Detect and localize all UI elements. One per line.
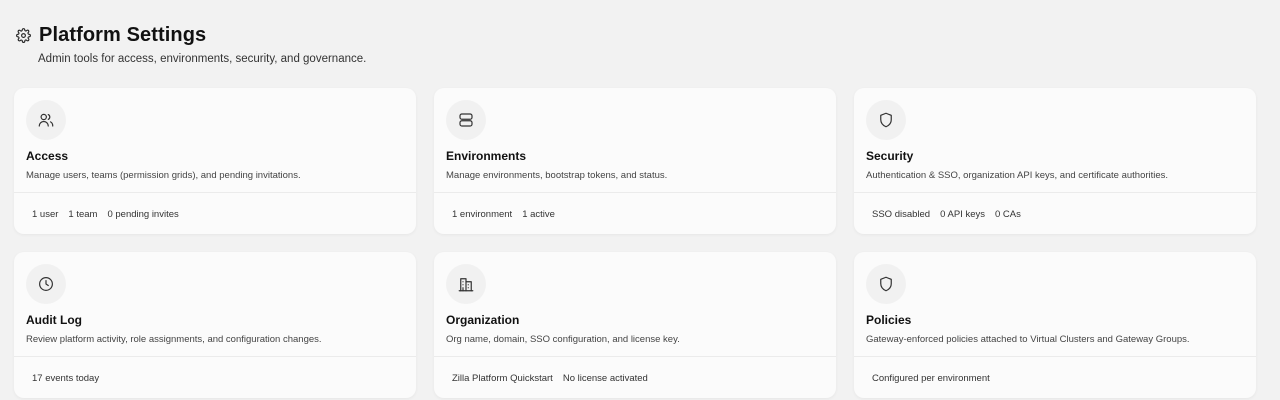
page-title: Platform Settings — [39, 24, 207, 46]
stat-sso: SSO disabled — [872, 209, 931, 220]
card-title: Environments — [446, 149, 527, 163]
settings-grid: Access Manage users, teams (permission g… — [14, 88, 1256, 398]
users-icon — [26, 100, 66, 140]
building-icon — [446, 264, 486, 304]
card-access[interactable]: Access Manage users, teams (permission g… — [14, 88, 416, 234]
card-description: Org name, domain, SSO configuration, and… — [446, 334, 680, 345]
shield-icon — [866, 264, 906, 304]
shield-icon — [866, 100, 906, 140]
clock-icon — [26, 264, 66, 304]
card-divider — [854, 192, 1256, 193]
stat-events-today: 17 events today — [32, 373, 100, 384]
page-header: Platform Settings Admin tools for access… — [16, 24, 366, 65]
stat-license: No license activated — [562, 373, 648, 384]
card-stats: Zilla Platform Quickstart No license act… — [452, 373, 648, 384]
card-security[interactable]: Security Authentication & SSO, organizat… — [854, 88, 1256, 234]
stat-teams: 1 team — [68, 209, 98, 220]
card-divider — [14, 356, 416, 357]
stat-pending-invites: 0 pending invites — [107, 209, 179, 220]
card-divider — [434, 192, 836, 193]
card-title: Security — [866, 149, 914, 163]
card-divider — [14, 192, 416, 193]
stat-org-name: Zilla Platform Quickstart — [452, 373, 553, 384]
card-description: Authentication & SSO, organization API k… — [866, 170, 1169, 181]
card-divider — [854, 356, 1256, 357]
card-policies[interactable]: Policies Gateway-enforced policies attac… — [854, 252, 1256, 398]
card-stats: SSO disabled 0 API keys 0 CAs — [872, 209, 1021, 220]
stat-api-keys: 0 API keys — [940, 209, 985, 220]
card-stats: Configured per environment — [872, 373, 990, 384]
card-title: Policies — [866, 313, 912, 327]
page-subtitle: Admin tools for access, environments, se… — [38, 53, 367, 65]
card-stats: 1 environment 1 active — [452, 209, 555, 220]
card-environments[interactable]: Environments Manage environments, bootst… — [434, 88, 836, 234]
card-audit-log[interactable]: Audit Log Review platform activity, role… — [14, 252, 416, 398]
card-divider — [434, 356, 836, 357]
card-stats: 1 user 1 team 0 pending invites — [32, 209, 179, 220]
card-title: Access — [26, 149, 69, 163]
card-description: Manage users, teams (permission grids), … — [26, 170, 301, 181]
title-row: Platform Settings — [16, 24, 366, 47]
stat-active: 1 active — [522, 209, 555, 220]
card-title: Organization — [446, 313, 520, 327]
card-title: Audit Log — [26, 313, 82, 327]
stat-users: 1 user — [32, 209, 59, 220]
stat-policies-scope: Configured per environment — [872, 373, 990, 384]
server-icon — [446, 100, 486, 140]
stat-cas: 0 CAs — [994, 209, 1021, 220]
card-description: Manage environments, bootstrap tokens, a… — [446, 170, 668, 181]
stat-environments: 1 environment — [452, 209, 513, 220]
card-organization[interactable]: Organization Org name, domain, SSO confi… — [434, 252, 836, 398]
card-stats: 17 events today — [32, 373, 99, 384]
card-description: Gateway-enforced policies attached to Vi… — [866, 334, 1190, 345]
gear-icon — [16, 28, 31, 43]
card-description: Review platform activity, role assignmen… — [26, 334, 322, 345]
